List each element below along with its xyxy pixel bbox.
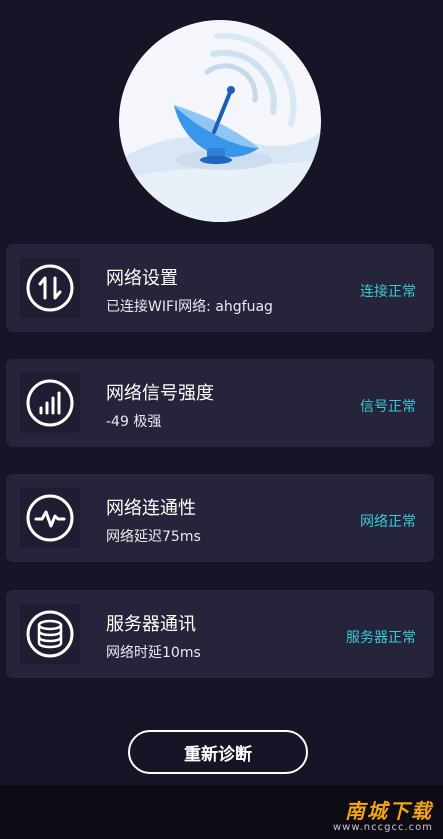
- watermark-url: www.nccgcc.com: [332, 822, 433, 833]
- rediagnose-button[interactable]: 重新诊断: [128, 730, 308, 774]
- card-subtitle: 已连接WIFI网络: ahgfuag: [106, 299, 273, 315]
- watermark-logo: 南城下载 www.nccgcc.com: [333, 800, 433, 833]
- card-title: 网络设置: [106, 268, 178, 289]
- status-label: 连接正常: [360, 284, 416, 300]
- signal-bars-icon: [20, 373, 80, 433]
- footer-band: 南城下载 www.nccgcc.com: [0, 785, 443, 839]
- status-label: 服务器正常: [346, 630, 416, 646]
- card-title: 服务器通讯: [106, 614, 196, 635]
- card-title: 网络信号强度: [106, 383, 214, 404]
- status-label: 信号正常: [360, 399, 416, 415]
- card-server-communication[interactable]: 服务器通讯 网络时延10ms 服务器正常: [6, 590, 434, 678]
- updown-arrows-icon: [20, 258, 80, 318]
- satellite-dish-illustration: [119, 20, 321, 222]
- watermark-brand: 南城下载: [345, 799, 433, 823]
- card-subtitle: 网络延迟75ms: [106, 529, 201, 545]
- card-subtitle: 网络时延10ms: [106, 645, 201, 661]
- card-subtitle: -49 极强: [106, 414, 162, 430]
- card-connectivity[interactable]: 网络连通性 网络延迟75ms 网络正常: [6, 474, 434, 562]
- card-network-settings[interactable]: 网络设置 已连接WIFI网络: ahgfuag 连接正常: [6, 244, 434, 332]
- pulse-icon: [20, 488, 80, 548]
- database-icon: [20, 604, 80, 664]
- status-label: 网络正常: [360, 514, 416, 530]
- card-title: 网络连通性: [106, 498, 196, 519]
- card-signal-strength[interactable]: 网络信号强度 -49 极强 信号正常: [6, 359, 434, 447]
